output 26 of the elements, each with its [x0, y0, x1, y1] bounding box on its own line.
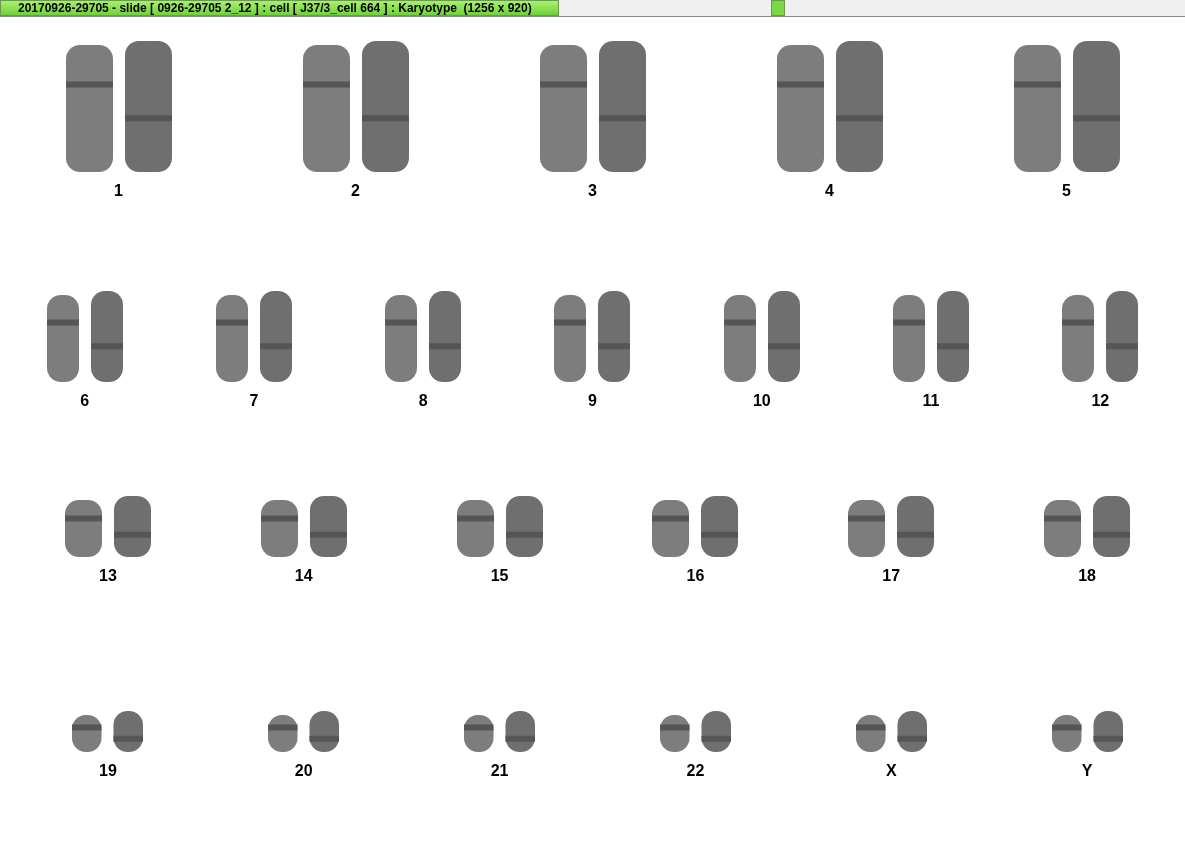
chromosome-label: 17 — [882, 567, 901, 585]
chromosome-label: 8 — [418, 392, 428, 410]
chromosome-label: 9 — [588, 392, 597, 410]
chromosome-label: 18 — [1078, 567, 1096, 585]
status-indicator — [771, 0, 785, 16]
chromosome-label: 20 — [294, 762, 313, 780]
chromosome-label: 12 — [1091, 392, 1110, 410]
chromosome-label: Y — [1081, 762, 1093, 780]
chromosome-label: 22 — [686, 762, 705, 780]
chromosome-label: 14 — [294, 567, 313, 585]
window-title: 20170926-29705 - slide [ 0926-29705 2_12 ] : cell [ J37/3_cell 664 ] : Karyotype (1256 x 920) — [0, 0, 559, 16]
chromosome-label: X — [885, 762, 897, 780]
chromosome-label: 15 — [490, 567, 509, 585]
chromosome-label: 6 — [80, 392, 90, 410]
chromosome-label: 16 — [686, 567, 705, 585]
chromosome-label: 7 — [249, 392, 259, 410]
chromosome-label: 5 — [1062, 182, 1071, 200]
chromosome-label: 11 — [922, 392, 940, 410]
chromosome-label: 1 — [114, 182, 123, 200]
chromosome-label: 3 — [588, 182, 597, 200]
chromosome-label: 10 — [752, 392, 771, 410]
chromosome-label: 19 — [99, 762, 117, 780]
chromosome-label: 13 — [99, 567, 117, 585]
chromosome-label: 4 — [825, 182, 834, 200]
chromosome-label: 2 — [351, 182, 360, 200]
chromosome-label: 21 — [490, 762, 509, 780]
